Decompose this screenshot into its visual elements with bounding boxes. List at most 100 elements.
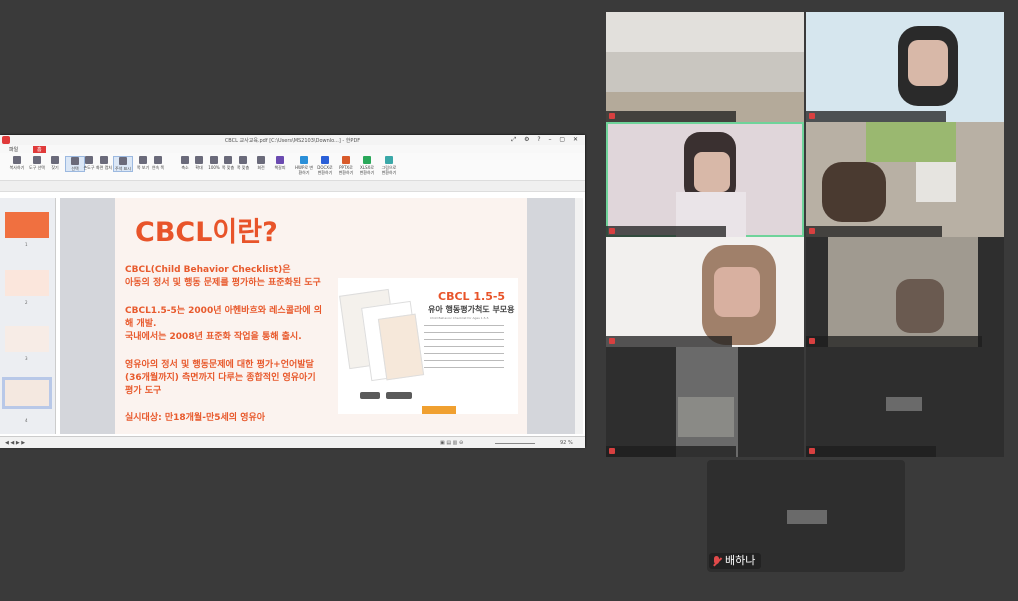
window-title: CBCL 교사교육.pdf [C:\Users\MS2103\Downlo...… [224, 138, 361, 144]
participant-video [896, 279, 944, 333]
mic-muted-icon [809, 338, 815, 344]
slide-paragraph-4: 실시대상: 만18개월-만5세의 영유아 [125, 413, 266, 423]
participant-video [822, 162, 886, 222]
zoom-out-icon [181, 156, 189, 164]
slide-paragraph-3: 영유아의 정서 및 행동문제에 대한 평가+언어발달 (36개월까지) 측면까지… [125, 360, 316, 396]
participant-video [714, 267, 760, 317]
mic-muted-icon [809, 228, 815, 234]
convert-pptx[interactable]: PPTX로 변환하기 [337, 156, 355, 175]
fit-width-tool[interactable]: 폭 맞춤 [234, 156, 252, 170]
mic-muted-icon [609, 338, 615, 344]
participant-nameplate [606, 446, 736, 457]
find-tool[interactable]: 찾기 [46, 156, 64, 170]
participant-tile-2[interactable] [806, 12, 1004, 122]
ribbon-toolbar: 복사하기 도구 선택 찾기 선택 손도구 화면 캡처 주석 표시 쪽 보기 연속… [0, 153, 585, 181]
quick-access-bar [0, 181, 585, 192]
vertical-scrollbar[interactable] [575, 198, 583, 434]
pdf-viewer-window: CBCL 교사교육.pdf [C:\Users\MS2103\Downlo...… [0, 135, 585, 448]
participant-nameplate [806, 336, 982, 347]
participant-name-blurred [787, 510, 827, 524]
thumbnail-number: 2 [25, 300, 28, 305]
book-info-lines [424, 325, 504, 381]
menu-bar: 파일 홈 [0, 145, 585, 153]
xlsx-icon [363, 156, 371, 164]
participant-video [678, 397, 734, 437]
participant-tile-8[interactable] [806, 347, 1004, 457]
participant-nameplate [806, 446, 936, 457]
participant-nameplate [806, 111, 946, 122]
view-mode-icons[interactable]: ▣ ▤ ▥ ⊖ [440, 440, 463, 446]
book-button [386, 392, 412, 399]
select-tool[interactable]: 도구 선택 [28, 156, 46, 170]
participant-tile-3-active-speaker[interactable] [606, 122, 804, 237]
thumbnail-number: 3 [25, 356, 28, 361]
form-sheet-image [377, 313, 425, 381]
copy-tool[interactable]: 복사하기 [8, 156, 26, 170]
pptx-icon [342, 156, 350, 164]
bookmark-icon [276, 156, 284, 164]
zoom-slider[interactable] [495, 443, 535, 444]
title-bar: CBCL 교사교육.pdf [C:\Users\MS2103\Downlo...… [0, 135, 585, 145]
zoom-level: 92 % [560, 440, 573, 446]
participant-label: 배하나 [709, 553, 762, 569]
annotate-tool[interactable]: 주석 표시 [113, 156, 133, 172]
participant-tile-7[interactable] [606, 347, 804, 457]
mic-muted-icon [809, 448, 815, 454]
participant-name: 배하나 [725, 554, 756, 567]
participant-tile-4[interactable] [806, 122, 1004, 237]
mic-muted-icon [609, 448, 615, 454]
slide-paragraph-2: CBCL1.5-5는 2000년 아헨바흐와 레스콜라에 의 해 개발. 국내에… [125, 306, 322, 342]
cbcl-book-image: CBCL 1.5-5 유아 행동평가척도 부모용 Child Behavior … [338, 278, 518, 414]
capture-tool[interactable]: 화면 캡처 [95, 156, 113, 170]
thumbnail-page-3[interactable] [5, 326, 49, 352]
thumbnail-page-4[interactable] [2, 377, 52, 409]
convert-xlsx[interactable]: XLSX로 변환하기 [358, 156, 376, 175]
participant-video [694, 152, 730, 192]
participant-nameplate [806, 226, 942, 237]
book-subtitle: 유아 행동평가척도 부모용 [428, 305, 515, 314]
participant-name-blurred [886, 397, 922, 411]
copy-icon [13, 156, 21, 164]
actual-size-icon [210, 156, 218, 164]
participant-nameplate [606, 111, 736, 122]
bookmark-tool[interactable]: 책갈피 [271, 156, 289, 170]
cursor-icon [33, 156, 41, 164]
thumbnail-number: 1 [25, 242, 28, 247]
participant-tile-5[interactable] [606, 237, 804, 347]
docx-icon [321, 156, 329, 164]
video-frame [606, 12, 804, 52]
menu-file[interactable]: 파일 [9, 146, 18, 153]
thumbnail-page-2[interactable] [5, 270, 49, 296]
hand-icon [85, 156, 93, 164]
thumbnail-page-1[interactable] [5, 212, 49, 238]
slide-title: CBCL이란? [135, 217, 278, 248]
thumbnail-sidebar: 1 2 3 4 [0, 198, 56, 434]
convert-image[interactable]: 그림으로 변환하기 [380, 156, 398, 175]
rotate-tool[interactable]: 회전 [252, 156, 270, 170]
book-age-tag [422, 406, 456, 414]
status-bar: ◀ ◀ ▶ ▶ ▣ ▤ ▥ ⊖ 92 % [0, 436, 585, 448]
rotate-icon [257, 156, 265, 164]
binoculars-icon [51, 156, 59, 164]
pages-icon [154, 156, 162, 164]
book-english-title: Child Behavior Checklist for Ages 1.5-5 [430, 316, 489, 320]
book-button [360, 392, 380, 399]
page-icon [139, 156, 147, 164]
thumbnail-number: 4 [25, 418, 28, 423]
document-viewer[interactable]: CBCL이란? CBCL(Child Behavior Checklist)은 … [60, 198, 580, 434]
mic-muted-icon [712, 555, 721, 567]
arrow-icon [71, 157, 79, 165]
convert-docx[interactable]: DOCX로 변환하기 [316, 156, 334, 175]
participant-video [916, 162, 956, 202]
participant-nameplate [606, 226, 726, 237]
pen-icon [119, 157, 127, 165]
continuous-tool[interactable]: 연속 쪽 [149, 156, 167, 170]
page-nav-controls[interactable]: ◀ ◀ ▶ ▶ [5, 440, 25, 446]
convert-hwp[interactable]: HWP로 변환하기 [295, 156, 313, 175]
fit-page-icon [224, 156, 232, 164]
participant-tile-6[interactable] [806, 237, 1004, 347]
participant-tile-1[interactable] [606, 12, 804, 122]
participant-tile-self[interactable]: 배하나 [707, 460, 905, 572]
window-controls[interactable]: ⤢ ⚙ ? – ▢ ✕ [511, 136, 581, 144]
menu-home[interactable]: 홈 [33, 146, 46, 153]
